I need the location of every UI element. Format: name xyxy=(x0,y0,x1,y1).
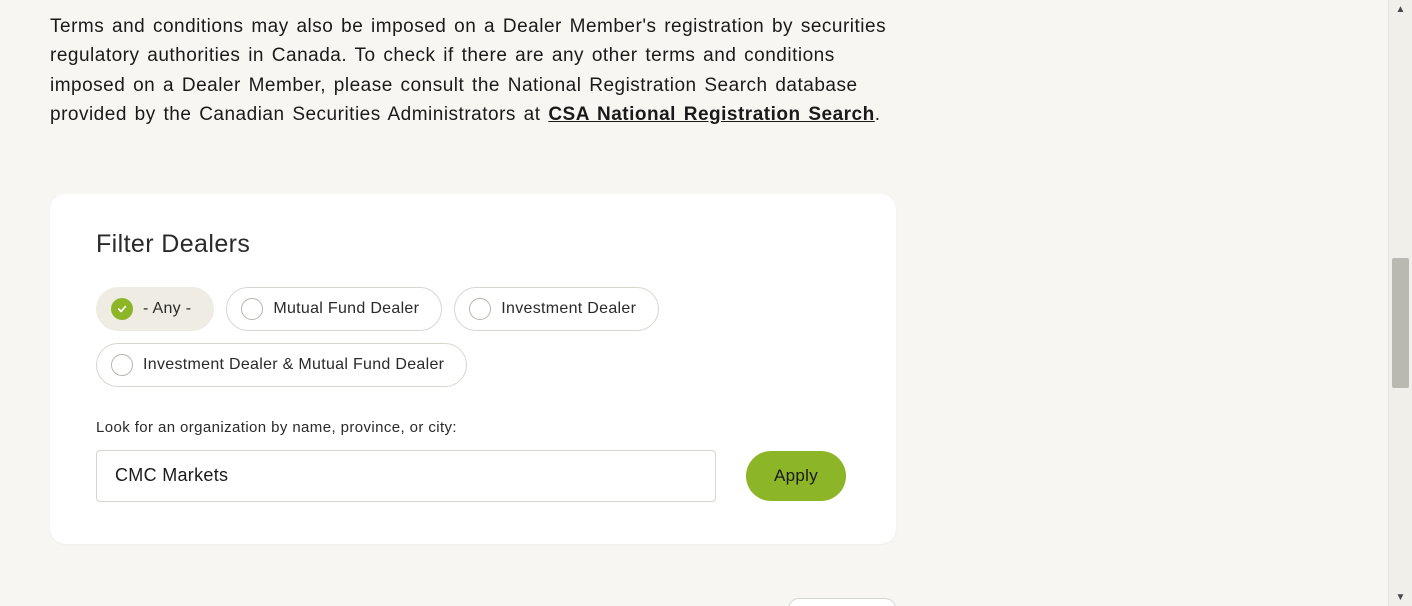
vertical-scrollbar[interactable]: ▲ ▼ xyxy=(1388,0,1412,606)
radio-circle-icon xyxy=(111,298,133,320)
chip-investment-and-mutual-fund-dealer[interactable]: Investment Dealer & Mutual Fund Dealer xyxy=(96,343,467,387)
chip-any-label: - Any - xyxy=(143,300,191,318)
intro-text-after: . xyxy=(875,104,881,125)
partial-button-below-fold[interactable] xyxy=(788,598,896,606)
scroll-up-arrow-icon[interactable]: ▲ xyxy=(1389,0,1412,18)
apply-button[interactable]: Apply xyxy=(746,451,846,501)
scroll-down-arrow-icon[interactable]: ▼ xyxy=(1389,588,1412,606)
page-scroll-area: Terms and conditions may also be imposed… xyxy=(0,0,1388,606)
scrollbar-thumb[interactable] xyxy=(1392,258,1409,388)
search-row: Apply xyxy=(96,450,850,502)
search-label: Look for an organization by name, provin… xyxy=(96,419,850,436)
chip-invd-label: Investment Dealer xyxy=(501,300,636,318)
filter-dealers-card: Filter Dealers - Any - Mutual Fund Deale… xyxy=(50,194,896,544)
radio-circle-icon xyxy=(241,298,263,320)
chip-mutual-fund-dealer[interactable]: Mutual Fund Dealer xyxy=(226,287,442,331)
chip-both-label: Investment Dealer & Mutual Fund Dealer xyxy=(143,356,444,374)
chip-mfd-label: Mutual Fund Dealer xyxy=(273,300,419,318)
filter-title: Filter Dealers xyxy=(96,230,850,259)
radio-circle-icon xyxy=(111,354,133,376)
dealer-type-chip-row: - Any - Mutual Fund Dealer Investment De… xyxy=(96,287,850,387)
csa-registration-link[interactable]: CSA National Registration Search xyxy=(548,104,874,125)
chip-investment-dealer[interactable]: Investment Dealer xyxy=(454,287,659,331)
intro-paragraph: Terms and conditions may also be imposed… xyxy=(50,12,910,130)
check-icon xyxy=(117,304,127,314)
organization-search-input[interactable] xyxy=(96,450,716,502)
chip-any[interactable]: - Any - xyxy=(96,287,214,331)
below-card-area xyxy=(50,598,896,606)
radio-circle-icon xyxy=(469,298,491,320)
scrollbar-track[interactable] xyxy=(1389,18,1412,588)
